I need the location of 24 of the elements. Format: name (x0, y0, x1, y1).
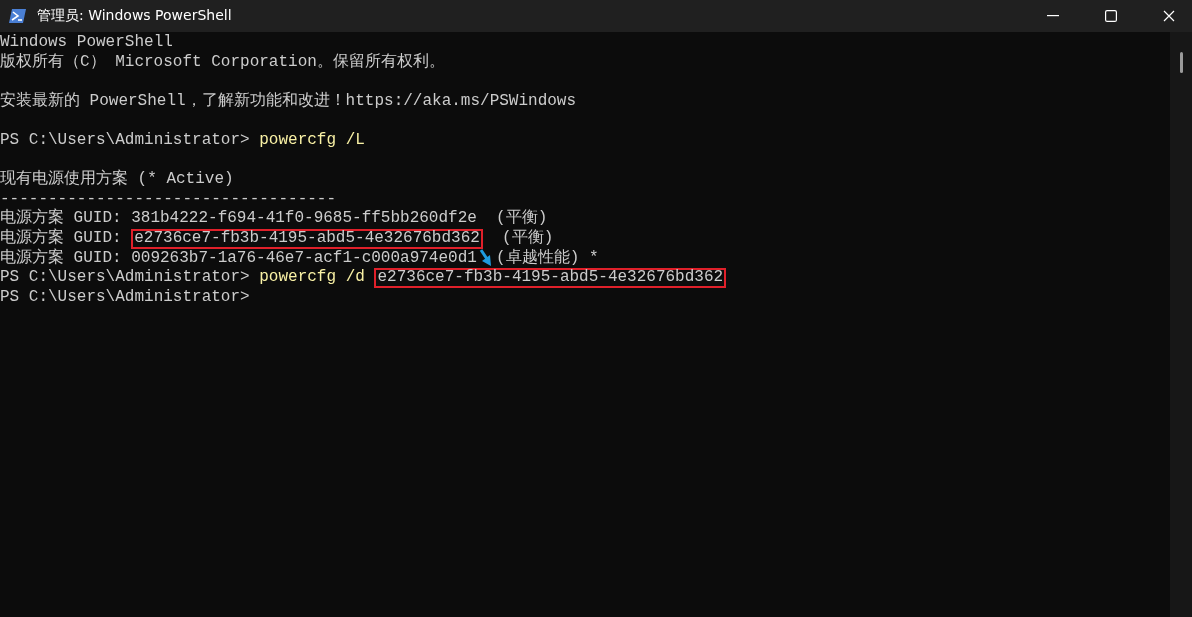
console-text: PS C:\Users\Administrator> (0, 287, 250, 308)
maximize-icon (1105, 10, 1117, 22)
minimize-icon (1047, 15, 1059, 17)
command-text: powercfg /L (259, 130, 365, 151)
console-text: 安装最新的 PowerShell，了解新功能和改进！https://aka.ms/PSWindows (0, 91, 577, 112)
console-text: 现有电源使用方案 (* Active) (0, 170, 234, 190)
powershell-icon (9, 8, 27, 24)
console-text: 电源方案 GUID: (0, 228, 123, 248)
console-text: PS C:\Users\Administrator> (0, 130, 251, 151)
annotation-arrow (479, 249, 494, 268)
console-text: 电源方案 GUID: 381b4222-f694-41f0-9685-ff5bb260df2e (平衡) (0, 209, 548, 228)
console-text: PS C:\Users\Administrator> (0, 268, 251, 288)
console-text: (平衡) (501, 228, 554, 249)
close-icon (1163, 10, 1175, 22)
window-title: 管理员: Windows PowerShell (37, 7, 233, 25)
console-text: 版权所有（C） Microsoft Corporation。保留所有权利。 (0, 52, 445, 73)
highlighted-guid: e2736ce7-fb3b-4195-abd5-4e32676bd362 (131, 228, 483, 249)
console-text: ----------------------------------- (0, 189, 337, 208)
console-text: Windows PowerShell (0, 33, 173, 53)
scrollbar-thumb[interactable] (1179, 52, 1183, 73)
console-text: (卓越性能) * (496, 248, 599, 269)
command-text: powercfg /d (259, 268, 366, 288)
highlighted-guid: e2736ce7-fb3b-4195-abd5-4e32676bd362 (374, 268, 727, 288)
console-text: 电源方案 GUID: 009263b7-1a76-46e7-acf1-c000a974e0d1 (0, 248, 477, 269)
